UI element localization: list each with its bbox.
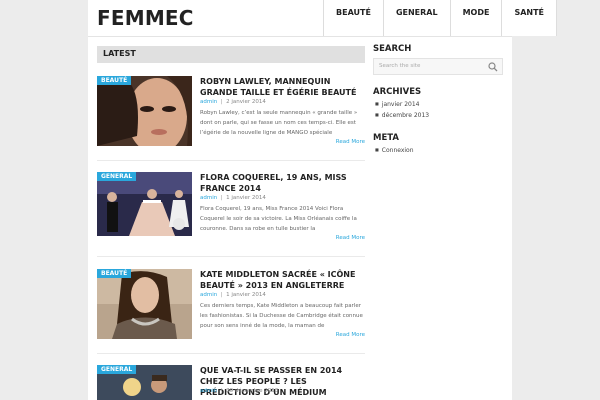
- search-widget-title: SEARCH: [373, 44, 412, 54]
- post-excerpt: Ces derniers temps, Kate Middleton a bea…: [200, 303, 363, 329]
- meta-list: Connexion: [375, 147, 414, 158]
- archives-widget-title: ARCHIVES: [373, 87, 422, 97]
- login-link[interactable]: Connexion: [375, 147, 414, 158]
- archive-link[interactable]: décembre 2013: [375, 112, 429, 123]
- post-thumbnail[interactable]: BEAUTÉ: [97, 269, 192, 339]
- search-input[interactable]: Search the site: [373, 58, 503, 75]
- site-logo[interactable]: FEMMEC: [97, 6, 194, 30]
- nav-item-mode[interactable]: MODE: [449, 0, 502, 36]
- post-date: 1 janvier 2014: [226, 292, 266, 298]
- nav-item-beaute[interactable]: BEAUTÉ: [323, 0, 383, 36]
- post-date: 1 janvier 2014: [226, 195, 266, 201]
- post-date: 30 décembre 2013: [226, 388, 279, 394]
- archive-link[interactable]: janvier 2014: [375, 101, 429, 112]
- post-meta: admin | 30 décembre 2013: [200, 388, 278, 394]
- post-divider: [97, 353, 365, 354]
- category-badge[interactable]: BEAUTÉ: [97, 76, 132, 85]
- post-item: GENERAL QUE VA-T-IL SE PASSER EN 2014 CH…: [97, 365, 365, 400]
- read-more-link[interactable]: Read More: [336, 332, 365, 338]
- header-divider: [88, 36, 512, 37]
- latest-heading: LATEST: [97, 46, 365, 63]
- post-meta: admin | 2 janvier 2014: [200, 99, 266, 105]
- search-icon[interactable]: [488, 62, 498, 72]
- archives-list: janvier 2014 décembre 2013: [375, 101, 429, 123]
- post-title[interactable]: ROBYN LAWLEY, MANNEQUIN GRANDE TAILLE ET…: [200, 76, 365, 98]
- read-more-link[interactable]: Read More: [336, 139, 365, 145]
- nav-item-sante[interactable]: SANTÉ: [501, 0, 558, 36]
- meta-separator: |: [218, 99, 225, 105]
- post-divider: [97, 256, 365, 257]
- post-thumbnail[interactable]: GENERAL: [97, 172, 192, 242]
- category-badge[interactable]: BEAUTÉ: [97, 269, 132, 278]
- post-author[interactable]: admin: [200, 195, 217, 201]
- post-item: GENERAL FLORA COQUEREL, 19 ANS, MISS FRA…: [97, 172, 365, 257]
- main-nav: BEAUTÉ GENERAL MODE SANTÉ: [323, 0, 558, 36]
- post-title[interactable]: FLORA COQUEREL, 19 ANS, MISS FRANCE 2014: [200, 172, 365, 194]
- meta-widget-title: META: [373, 133, 399, 143]
- site-header: FEMMEC BEAUTÉ GENERAL MODE SANTÉ: [0, 0, 600, 36]
- meta-separator: |: [218, 195, 225, 201]
- post-author[interactable]: admin: [200, 99, 217, 105]
- latest-label: LATEST: [103, 49, 136, 58]
- search-placeholder: Search the site: [379, 63, 421, 69]
- nav-item-general[interactable]: GENERAL: [382, 0, 450, 36]
- post-date: 2 janvier 2014: [226, 99, 266, 105]
- page-background-right: [512, 0, 600, 400]
- meta-separator: |: [218, 388, 225, 394]
- post-excerpt: Robyn Lawley, c’est la seule mannequin «…: [200, 110, 358, 136]
- post-thumbnail[interactable]: BEAUTÉ: [97, 76, 192, 146]
- meta-separator: |: [218, 292, 225, 298]
- category-badge[interactable]: GENERAL: [97, 172, 137, 181]
- post-author[interactable]: admin: [200, 292, 217, 298]
- post-meta: admin | 1 janvier 2014: [200, 195, 266, 201]
- post-title[interactable]: KATE MIDDLETON SACRÉE « ICÔNE BEAUTÉ » 2…: [200, 269, 365, 291]
- page-background-left: [0, 0, 88, 400]
- read-more-link[interactable]: Read More: [336, 235, 365, 241]
- category-badge[interactable]: GENERAL: [97, 365, 137, 374]
- post-item: BEAUTÉ ROBYN LAWLEY, MANNEQUIN GRANDE TA…: [97, 76, 365, 161]
- post-divider: [97, 160, 365, 161]
- post-thumbnail[interactable]: GENERAL: [97, 365, 192, 400]
- post-meta: admin | 1 janvier 2014: [200, 292, 266, 298]
- post-item: BEAUTÉ KATE MIDDLETON SACRÉE « ICÔNE BEA…: [97, 269, 365, 354]
- post-excerpt: Flora Coquerel, 19 ans, Miss France 2014…: [200, 206, 357, 232]
- post-author[interactable]: admin: [200, 388, 217, 394]
